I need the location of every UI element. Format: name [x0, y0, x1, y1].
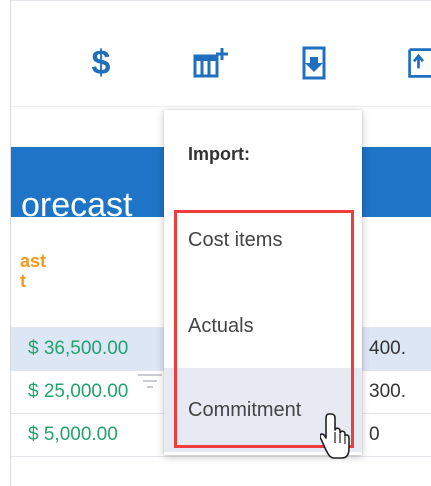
menu-header: Import:: [188, 144, 250, 164]
menu-item-cost-items[interactable]: Cost items: [164, 198, 362, 282]
app-frame: $ orecast ast t $ 36,500.00 400. $ 25,00…: [0, 0, 431, 486]
menu-item-actuals[interactable]: Actuals: [164, 284, 362, 368]
add-column-icon[interactable]: [186, 41, 236, 85]
right-cell: 300.: [369, 381, 406, 402]
amount-cell: $ 25,000.00: [28, 381, 129, 402]
column-label-line1: ast: [20, 251, 47, 271]
amount-cell: $ 36,500.00: [28, 338, 129, 359]
import-icon[interactable]: [294, 41, 334, 85]
dollar-icon[interactable]: $: [81, 41, 121, 85]
right-cell: 0: [369, 424, 380, 445]
hand-cursor-icon: [320, 413, 350, 459]
menu-item-label: Actuals: [188, 315, 254, 337]
partial-glyph: [408, 48, 431, 78]
amount-cell: $ 5,000.00: [28, 424, 118, 445]
add-column-glyph: [193, 48, 228, 78]
column-label-line2: t: [20, 271, 26, 291]
import-glyph: [302, 46, 326, 80]
right-cell: 400.: [369, 338, 406, 359]
partial-icon[interactable]: [406, 41, 431, 85]
import-menu: Import: Cost items Actuals Commitment: [164, 110, 362, 455]
toolbar: $: [11, 1, 431, 107]
menu-item-label: Cost items: [188, 229, 283, 251]
dollar-symbol: $: [91, 43, 111, 82]
menu-item-label: Commitment: [188, 399, 302, 421]
